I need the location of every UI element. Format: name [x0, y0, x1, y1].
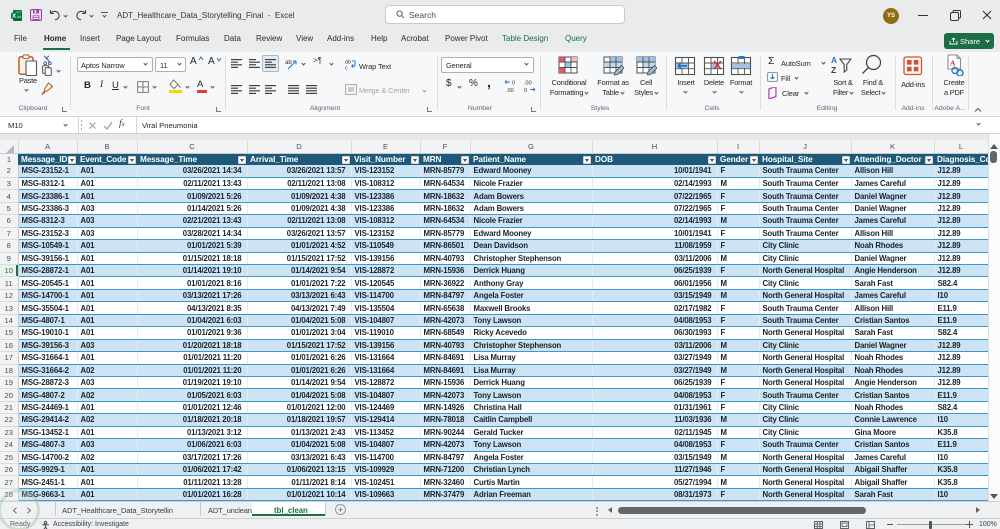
svg-text:.00: .00: [524, 81, 532, 87]
svg-text:0: 0: [512, 81, 515, 87]
svg-text:X: X: [12, 13, 16, 19]
svg-text:A: A: [831, 55, 837, 65]
svg-text:0: 0: [524, 88, 527, 93]
svg-text:Z: Z: [831, 65, 836, 75]
svg-text:c: c: [345, 66, 348, 71]
svg-text:A: A: [950, 59, 956, 68]
svg-text:.00: .00: [506, 88, 514, 93]
